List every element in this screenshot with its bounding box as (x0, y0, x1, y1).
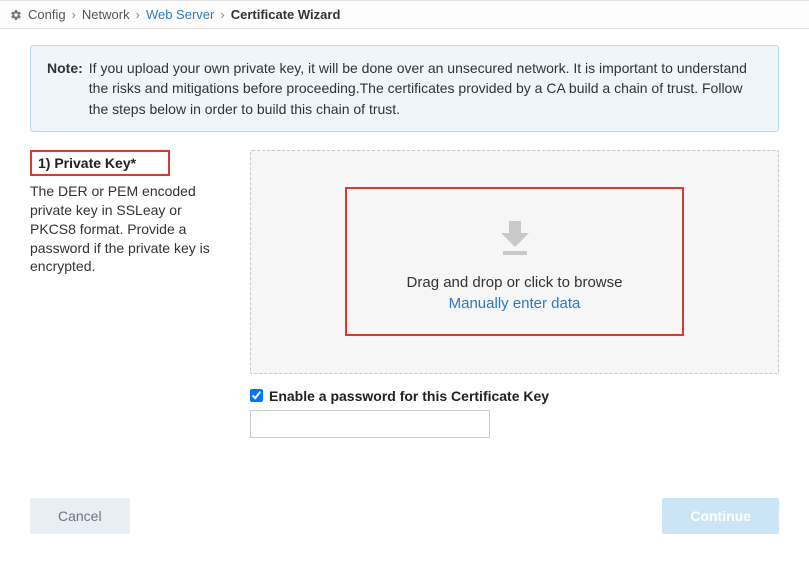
note-box: Note: If you upload your own private key… (30, 45, 779, 132)
file-dropzone[interactable]: Drag and drop or click to browse Manuall… (250, 150, 779, 374)
dropzone-highlight: Drag and drop or click to browse Manuall… (345, 187, 685, 336)
enable-password-label: Enable a password for this Certificate K… (269, 388, 549, 404)
chevron-right-icon: › (220, 7, 224, 22)
password-input[interactable] (250, 410, 490, 438)
continue-button[interactable]: Continue (662, 498, 779, 534)
dropzone-text: Drag and drop or click to browse (407, 274, 623, 291)
download-icon (407, 217, 623, 264)
breadcrumb: Config › Network › Web Server › Certific… (0, 0, 809, 29)
note-text: If you upload your own private key, it w… (89, 58, 762, 119)
chevron-right-icon: › (72, 7, 76, 22)
enable-password-checkbox[interactable] (250, 389, 263, 402)
chevron-right-icon: › (136, 7, 140, 22)
breadcrumb-item-webserver[interactable]: Web Server (146, 7, 214, 22)
breadcrumb-item-current: Certificate Wizard (231, 7, 341, 22)
manual-entry-link[interactable]: Manually enter data (407, 295, 623, 312)
breadcrumb-item-network[interactable]: Network (82, 7, 130, 22)
gear-icon (10, 9, 22, 21)
step-description: The DER or PEM encoded private key in SS… (30, 182, 230, 276)
cancel-button[interactable]: Cancel (30, 498, 130, 534)
step-title: 1) Private Key* (30, 150, 170, 176)
breadcrumb-item-config[interactable]: Config (28, 7, 66, 22)
note-label: Note: (47, 58, 83, 119)
